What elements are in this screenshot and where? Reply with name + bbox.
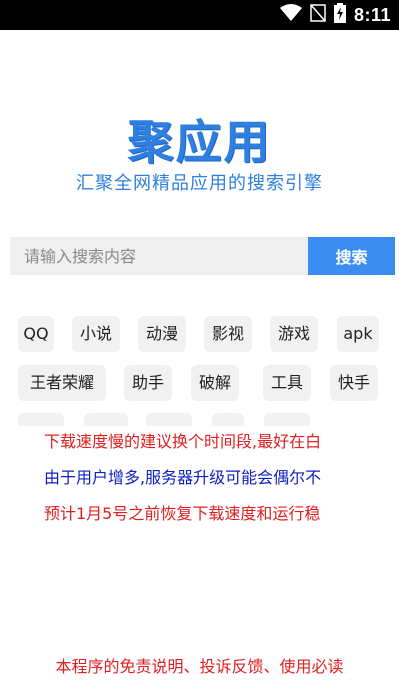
tag-honor-of-kings[interactable]: 王者荣耀 <box>18 365 106 401</box>
app-logo: 聚应用 <box>127 115 272 169</box>
tag-placeholder[interactable] <box>212 413 244 426</box>
tag-placeholder[interactable] <box>146 413 192 426</box>
no-signal-icon <box>310 4 326 26</box>
battery-charging-icon <box>333 3 346 27</box>
wifi-icon <box>279 4 302 26</box>
notice-line-1: 下载速度慢的建议换个时间段,最好在白 <box>44 432 322 451</box>
tag-tools[interactable]: 工具 <box>263 365 311 401</box>
tag-kuaishou[interactable]: 快手 <box>330 365 378 401</box>
tag-placeholder[interactable] <box>264 413 310 426</box>
tag-placeholder[interactable] <box>84 413 128 426</box>
status-time: 8:11 <box>353 4 391 25</box>
notice-line-2: 由于用户增多,服务器升级可能会偶尔不 <box>44 468 322 487</box>
disclaimer-link[interactable]: 本程序的免责说明、投诉反馈、使用必读 <box>0 656 399 678</box>
status-bar: 8:11 <box>0 0 399 30</box>
tag-novel[interactable]: 小说 <box>72 316 120 352</box>
app-slogan: 汇聚全网精品应用的搜索引擎 <box>76 173 323 194</box>
search-input[interactable] <box>10 237 308 275</box>
search-button[interactable]: 搜索 <box>308 237 395 275</box>
status-icons: 8:11 <box>279 0 391 30</box>
notice-line-3: 预计1月5号之前恢复下载速度和运行稳 <box>44 504 321 523</box>
tag-video[interactable]: 影视 <box>204 316 252 352</box>
tag-anime[interactable]: 动漫 <box>138 316 186 352</box>
tag-placeholder[interactable] <box>18 413 64 426</box>
tag-apk[interactable]: apk <box>337 316 379 352</box>
tag-crack[interactable]: 破解 <box>191 365 239 401</box>
tag-game[interactable]: 游戏 <box>270 316 318 352</box>
tag-list: QQ 小说 动漫 影视 游戏 apk 王者荣耀 助手 破解 工具 快手 <box>18 316 388 426</box>
tag-qq[interactable]: QQ <box>18 316 54 352</box>
tag-assistant[interactable]: 助手 <box>124 365 172 401</box>
